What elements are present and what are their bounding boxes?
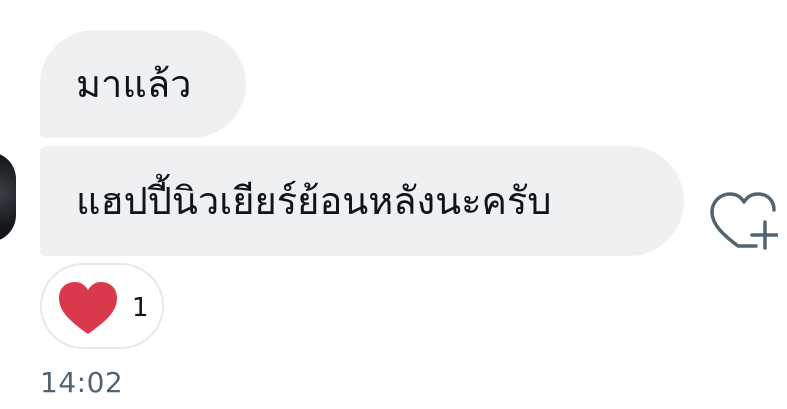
heart-icon	[59, 282, 117, 334]
reaction-chip[interactable]: 1	[40, 263, 164, 349]
message-bubble[interactable]: แฮปปี้นิวเยียร์ย้อนหลังนะครับ	[40, 146, 684, 256]
message-bubble[interactable]: มาแล้ว	[40, 30, 246, 138]
heart-plus-icon	[710, 192, 780, 250]
message-text: แฮปปี้นิวเยียร์ย้อนหลังนะครับ	[76, 179, 552, 223]
avatar[interactable]	[0, 152, 16, 242]
add-reaction-button[interactable]	[708, 188, 780, 252]
message-text: มาแล้ว	[76, 62, 192, 106]
message-timestamp: 14:02	[40, 366, 124, 399]
reaction-count: 1	[132, 293, 149, 323]
